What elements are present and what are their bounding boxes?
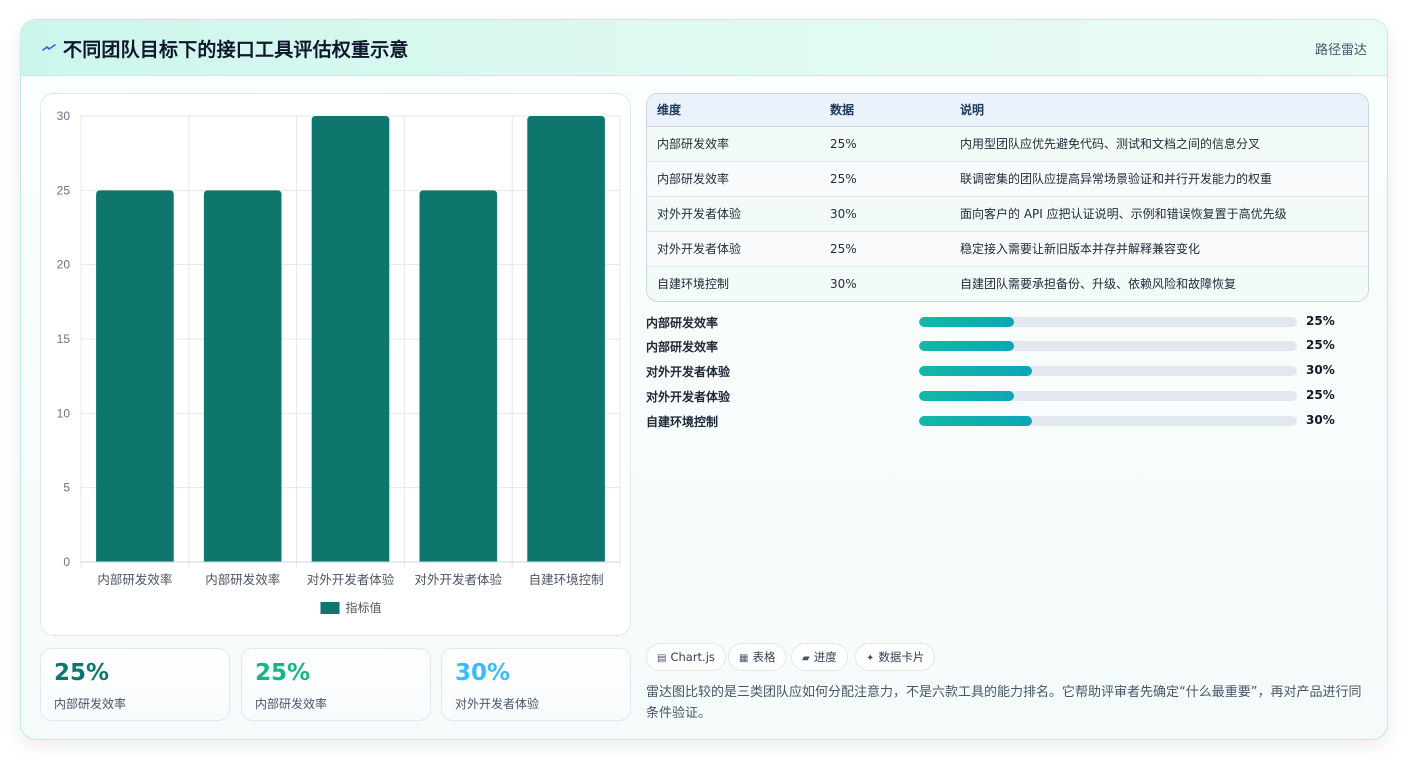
stat-card-1: 25% 内部研发效率 [40, 648, 230, 721]
chip-label: Chart.js [670, 650, 715, 664]
progress-fill [919, 416, 1033, 426]
progress-fill [919, 366, 1033, 376]
column-header: 说明 [960, 103, 985, 117]
chart-icon: ▤ [657, 653, 667, 664]
table-cell: 25% [830, 172, 857, 186]
stat-value: 30% [455, 660, 511, 686]
progress-track [919, 366, 1297, 376]
progress-fill [919, 391, 1014, 401]
progress-row: 对外开发者体验 30% [646, 361, 1366, 381]
progress-value: 30% [1306, 413, 1335, 427]
table-cell: 对外开发者体验 [657, 242, 742, 256]
column-header: 数据 [830, 103, 855, 117]
table-cell: 内部研发效率 [657, 137, 730, 151]
table-row: 内部研发效率 25% 内用型团队应优先避免代码、测试和文档之间的信息分叉 [647, 127, 1368, 162]
bar-chart: 0 5 10 15 20 25 30 内部研发效率 内部研发效率 对外开发者体验 对外开发者体验 自建… [57, 109, 621, 615]
table-cell: 稳定接入需要让新旧版本并存并解释兼容变化 [960, 242, 1201, 256]
stat-label: 内部研发效率 [255, 697, 328, 711]
progress-fill [919, 341, 1014, 351]
chip-table[interactable]: ▦ 表格 [728, 643, 787, 671]
table-cell: 联调密集的团队应提高异常场景验证和并行开发能力的权重 [960, 172, 1273, 186]
table-cell: 对外开发者体验 [657, 207, 742, 221]
bar [419, 190, 498, 562]
table-header-row: 维度 数据 说明 [647, 94, 1368, 127]
progress-track [919, 341, 1297, 351]
progress-label: 对外开发者体验 [646, 365, 731, 379]
y-tick-label: 15 [57, 332, 71, 346]
table-cell: 25% [830, 242, 857, 256]
progress-value: 25% [1306, 338, 1335, 352]
chip-progress[interactable]: ▰ 进度 [791, 643, 848, 671]
y-tick-label: 30 [57, 109, 71, 123]
page-title: 不同团队目标下的接口工具评估权重示意 [63, 39, 409, 61]
progress-icon: ▰ [802, 653, 810, 664]
header-link[interactable]: 路径雷达 [1315, 39, 1367, 58]
table-row: 自建环境控制 30% 自建团队需要承担备份、升级、依赖风险和故障恢复 [647, 267, 1368, 301]
table-row: 对外开发者体验 25% 稳定接入需要让新旧版本并存并解释兼容变化 [647, 232, 1368, 267]
progress-track [919, 391, 1297, 401]
sparkle-icon: ✦ [866, 653, 875, 664]
progress-value: 30% [1306, 363, 1335, 377]
progress-row: 对外开发者体验 25% [646, 386, 1366, 406]
progress-row: 自建环境控制 30% [646, 411, 1366, 431]
lightning-icon [42, 44, 56, 51]
table-cell: 自建团队需要承担备份、升级、依赖风险和故障恢复 [960, 277, 1237, 291]
table-cell: 30% [830, 277, 857, 291]
table-cell: 25% [830, 137, 857, 151]
progress-label: 内部研发效率 [646, 316, 719, 330]
y-tick-label: 0 [63, 555, 70, 569]
chip-data-card[interactable]: ✦ 数据卡片 [855, 643, 936, 671]
progress-label: 内部研发效率 [646, 340, 719, 354]
y-tick-label: 20 [57, 258, 71, 272]
y-tick-label: 25 [57, 183, 71, 197]
bar-chart-panel: 0 5 10 15 20 25 30 内部研发效率 内部研发效率 对外开发者体验 对外开发者体验 自建… [40, 93, 631, 636]
progress-value: 25% [1306, 388, 1335, 402]
table-cell: 30% [830, 207, 857, 221]
chip-label: 数据卡片 [878, 650, 925, 664]
stat-value: 25% [54, 660, 110, 686]
table-cell: 内用型团队应优先避免代码、测试和文档之间的信息分叉 [960, 137, 1261, 151]
progress-label: 自建环境控制 [646, 415, 719, 429]
table-icon: ▦ [739, 653, 749, 664]
progress-track [919, 416, 1297, 426]
stat-card-3: 30% 对外开发者体验 [441, 648, 631, 721]
data-table: 维度 数据 说明 内部研发效率 25% 内用型团队应优先避免代码、测试和文档之间… [646, 93, 1369, 302]
legend-label: 指标值 [346, 600, 382, 615]
stat-label: 内部研发效率 [54, 697, 127, 711]
progress-row: 内部研发效率 25% [646, 312, 1366, 332]
stat-value: 25% [255, 660, 311, 686]
progress-track [919, 317, 1297, 327]
bar [527, 116, 605, 562]
x-tick-label: 对外开发者体验 [307, 572, 395, 587]
progress-fill [919, 317, 1014, 327]
bar [311, 116, 390, 562]
bar [96, 190, 174, 562]
chip-chartjs[interactable]: ▤ Chart.js [646, 643, 726, 671]
table-cell: 面向客户的 API 应把认证说明、示例和错误恢复置于高优先级 [960, 207, 1287, 221]
progress-value: 25% [1306, 314, 1335, 328]
stat-label: 对外开发者体验 [455, 697, 540, 711]
header: 不同团队目标下的接口工具评估权重示意 路径雷达 [21, 20, 1387, 76]
footnote: 雷达图比较的是三类团队应如何分配注意力，不是六款工具的能力排名。它帮助评审者先确… [646, 685, 1362, 721]
y-tick-label: 10 [57, 406, 71, 420]
x-tick-label: 内部研发效率 [205, 572, 280, 587]
y-tick-label: 5 [63, 481, 70, 495]
legend-swatch [320, 602, 340, 614]
table-cell: 内部研发效率 [657, 172, 730, 186]
x-tick-label: 对外开发者体验 [415, 572, 503, 587]
main-card: 不同团队目标下的接口工具评估权重示意 路径雷达 0 5 10 15 20 25 30 内部研发… [20, 19, 1388, 740]
table-cell: 自建环境控制 [657, 277, 730, 291]
chip-label: 表格 [752, 650, 776, 664]
x-tick-label: 内部研发效率 [97, 572, 172, 587]
chip-label: 进度 [813, 650, 837, 664]
bar [203, 190, 282, 562]
table-row: 对外开发者体验 30% 面向客户的 API 应把认证说明、示例和错误恢复置于高优… [647, 197, 1368, 232]
progress-row: 内部研发效率 25% [646, 336, 1366, 356]
stat-card-2: 25% 内部研发效率 [241, 648, 431, 721]
table-row: 内部研发效率 25% 联调密集的团队应提高异常场景验证和并行开发能力的权重 [647, 162, 1368, 197]
column-header: 维度 [657, 103, 682, 117]
progress-label: 对外开发者体验 [646, 390, 731, 404]
x-tick-label: 自建环境控制 [529, 572, 604, 587]
